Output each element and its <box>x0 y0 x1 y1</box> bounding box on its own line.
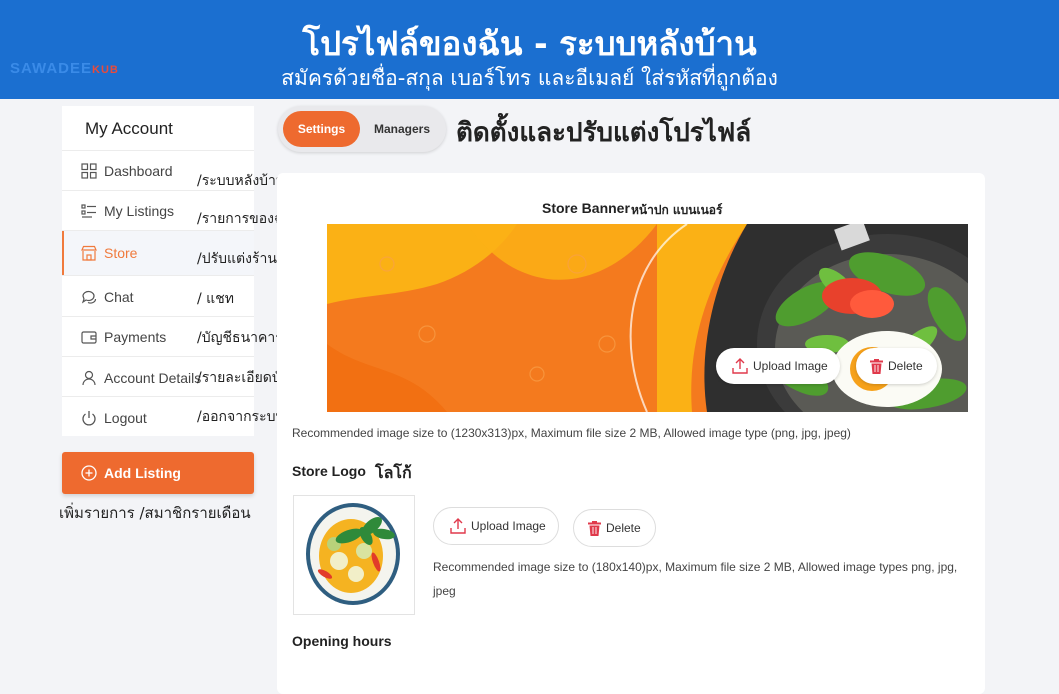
store-icon <box>81 245 97 261</box>
tab-managers[interactable]: Managers <box>363 111 441 147</box>
store-banner-label-th: หน้าปก แบนเนอร์ <box>631 203 723 217</box>
logo-artwork <box>306 503 400 605</box>
add-listing-label: Add Listing <box>104 465 181 481</box>
banner-delete-button[interactable]: Delete <box>856 348 937 384</box>
banner-upload-button[interactable]: Upload Image <box>716 348 840 384</box>
banner-upload-label: Upload Image <box>753 359 828 373</box>
sidebar-item-label: My Listings <box>104 203 175 219</box>
store-banner-label: Store Banner <box>542 200 630 216</box>
wallet-icon <box>81 331 97 344</box>
tab-settings[interactable]: Settings <box>283 111 360 147</box>
sidebar-item-label: Payments <box>104 329 167 345</box>
add-listing-button[interactable]: Add Listing <box>62 452 254 494</box>
power-icon <box>82 411 96 426</box>
plus-circle-icon <box>81 465 97 481</box>
sidebar-item-label: Store <box>104 245 138 261</box>
page-title: โปรไฟล์ของฉัน - ระบบหลังบ้าน <box>302 24 757 63</box>
dashboard-icon <box>81 163 97 179</box>
sidebar-item-label: Logout <box>104 410 147 426</box>
opening-hours-heading: Opening hours <box>292 633 392 649</box>
store-logo-image <box>293 495 415 615</box>
user-icon <box>82 370 96 386</box>
trash-icon <box>588 521 601 536</box>
logo-delete-button[interactable]: Delete <box>573 509 656 547</box>
brand-logo-text: SAWADEE <box>10 60 93 77</box>
settings-title: ติดตั้งและปรับแต่งโปรไฟล์ <box>456 118 752 148</box>
brand-logo[interactable]: SAWADEEKUB <box>10 60 119 77</box>
banner-delete-label: Delete <box>888 359 923 373</box>
sidebar-title: My Account <box>85 119 173 138</box>
trash-icon <box>870 359 883 374</box>
sidebar-item-label: Chat <box>104 289 134 305</box>
upload-icon <box>732 358 748 374</box>
logo-delete-label: Delete <box>606 521 641 535</box>
sidebar-item-label: Account Details <box>104 370 202 386</box>
brand-logo-suffix: KUB <box>92 64 119 76</box>
chat-icon <box>81 290 97 304</box>
store-logo-label-th: โลโก้ <box>375 463 412 482</box>
logo-size-note-line2: jpeg <box>433 584 456 598</box>
logo-upload-label: Upload Image <box>471 519 546 533</box>
annotation-add-listing: เพิ่มรายการ /สมาชิกรายเดือน <box>59 504 251 522</box>
banner-size-note: Recommended image size to (1230x313)px, … <box>292 426 851 440</box>
annotation-chat: / แชท <box>197 291 234 307</box>
list-icon <box>81 204 96 218</box>
upload-icon <box>450 518 466 534</box>
page-subtitle: สมัครด้วยชื่อ-สกุล เบอร์โทร และอีเมลย์ ใ… <box>281 66 778 90</box>
annotation-payments: /บัญชีธนาคาร <box>197 330 283 346</box>
logo-size-note-line1: Recommended image size to (180x140)px, M… <box>433 560 958 574</box>
annotation-dashboard: /ระบบหลังบ้าน <box>197 173 286 189</box>
annotation-logout: /ออกจากระบบ <box>197 409 285 425</box>
sidebar-item-label: Dashboard <box>104 163 173 179</box>
store-logo-label: Store Logo <box>292 463 366 479</box>
logo-upload-button[interactable]: Upload Image <box>433 507 559 545</box>
